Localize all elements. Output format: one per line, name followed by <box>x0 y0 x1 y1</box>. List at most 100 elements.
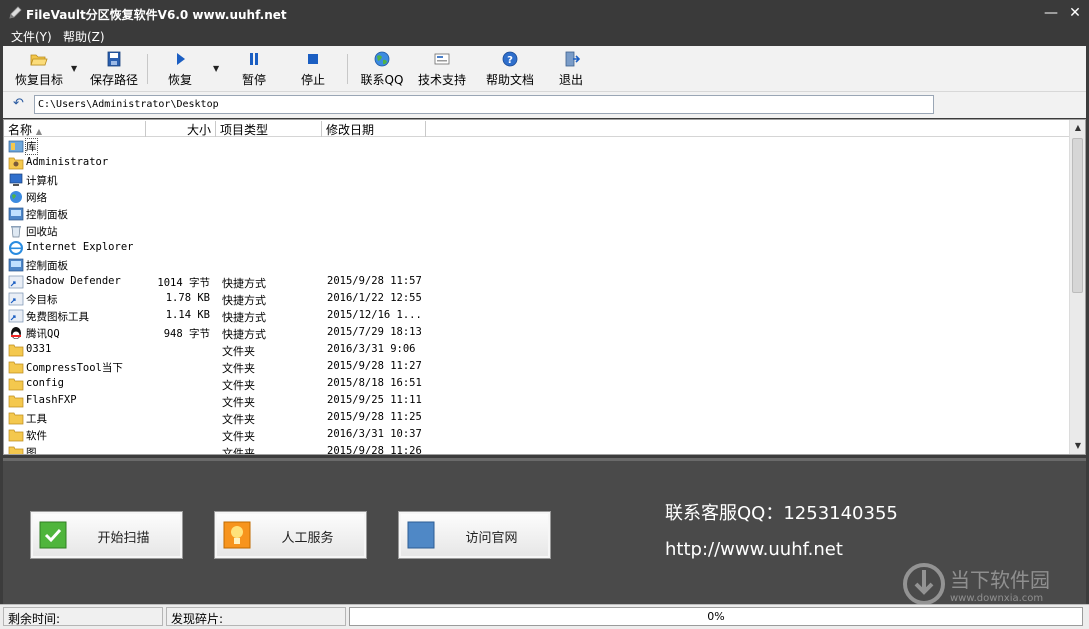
tech-support-button[interactable]: 技术支持 <box>415 48 469 90</box>
file-name: Internet Explorer <box>26 241 134 253</box>
file-name: 腾讯QQ <box>26 328 60 340</box>
file-row[interactable]: 0331 文件夹 2016/3/31 9:06 <box>4 342 1070 359</box>
file-modified: 2015/9/28 11:26 <box>327 445 422 455</box>
file-row[interactable]: 计算机 <box>4 172 1070 189</box>
file-name: 图 <box>26 447 37 455</box>
pause-label: 暂停 <box>241 73 266 87</box>
file-modified: 2015/9/28 11:27 <box>327 360 422 372</box>
stop-button[interactable]: 停止 <box>291 48 335 90</box>
file-row[interactable]: 控制面板 <box>4 257 1070 274</box>
file-modified: 2015/7/29 18:13 <box>327 326 422 338</box>
file-modified: 2016/1/22 12:55 <box>327 292 422 304</box>
file-row[interactable]: 控制面板 <box>4 206 1070 223</box>
file-row[interactable]: 软件 文件夹 2016/3/31 10:37 <box>4 427 1070 444</box>
folder-icon <box>8 360 24 374</box>
restore-target-dropdown-icon[interactable]: ▼ <box>71 64 79 73</box>
start-scan-button[interactable]: 开始扫描 <box>30 511 183 559</box>
minimize-button[interactable]: — <box>1040 3 1062 23</box>
file-row[interactable]: 免费图标工具 1.14 KB 快捷方式 2015/12/16 1... <box>4 308 1070 325</box>
file-row[interactable]: Shadow Defender 1014 字节 快捷方式 2015/9/28 11:5… <box>4 274 1070 291</box>
column-header: 名称 ▲ 大小 项目类型 修改日期 <box>4 120 1070 137</box>
back-arrow-icon[interactable]: ↶ <box>13 96 24 111</box>
recycle-bin-icon <box>8 224 24 238</box>
contact-qq-text: 联系客服QQ：1253140355 <box>665 503 898 524</box>
watermark: 当下软件园 www.downxia.com <box>902 560 1077 610</box>
file-name: 今目标 <box>26 294 58 306</box>
file-name: 免费图标工具 <box>26 311 89 323</box>
file-name: 库 <box>25 138 38 155</box>
status-bar: 剩余时间: 发现碎片: 0% <box>0 604 1089 629</box>
menu-file[interactable]: 文件(Y) <box>11 28 52 45</box>
shortcut-icon <box>8 275 24 289</box>
toolbar-separator <box>347 54 348 84</box>
lightbulb-icon <box>223 521 251 549</box>
check-icon <box>39 521 67 549</box>
file-modified: 2016/3/31 9:06 <box>327 343 416 355</box>
file-name: FlashFXP <box>26 394 77 406</box>
file-type: 文件夹 <box>222 430 255 443</box>
file-row[interactable]: 今目标 1.78 KB 快捷方式 2016/1/22 12:55 <box>4 291 1070 308</box>
save-path-button[interactable]: 保存路径 <box>85 48 143 90</box>
scroll-up-icon[interactable]: ▲ <box>1070 120 1085 136</box>
file-modified: 2015/12/16 1... <box>327 309 422 321</box>
contact-qq-button[interactable]: 联系QQ <box>357 48 407 90</box>
file-name: 控制面板 <box>26 260 68 272</box>
column-modified[interactable]: 修改日期 <box>322 121 426 137</box>
manual-service-button[interactable]: 人工服务 <box>214 511 367 559</box>
contact-url-text: http://www.uuhf.net <box>665 539 843 560</box>
progress-text: 0% <box>707 610 725 623</box>
menu-help[interactable]: 帮助(Z) <box>63 28 105 45</box>
save-path-label: 保存路径 <box>89 73 138 87</box>
file-row[interactable]: 网络 <box>4 189 1070 206</box>
tech-support-label: 技术支持 <box>417 73 466 87</box>
file-row[interactable]: 库 <box>4 138 1070 155</box>
contact-qq-label: 联系QQ <box>360 73 404 87</box>
restore-dropdown-icon[interactable]: ▼ <box>213 64 221 73</box>
column-type[interactable]: 项目类型 <box>216 121 322 137</box>
app-window: FileVault分区恢复软件V6.0 www.uuhf.net — ✕ 文件(… <box>0 0 1089 629</box>
file-row[interactable]: Administrator <box>4 155 1070 172</box>
file-row[interactable]: CompressTool当下 文件夹 2015/9/28 11:27 <box>4 359 1070 376</box>
qq-icon <box>8 326 24 340</box>
close-button[interactable]: ✕ <box>1064 3 1086 23</box>
support-card-icon <box>434 53 450 65</box>
exit-button[interactable]: 退出 <box>551 48 591 90</box>
folder-open-icon <box>30 54 48 66</box>
scan-progress-bar: 0% <box>349 607 1083 626</box>
file-name: 工具 <box>26 413 47 425</box>
file-row[interactable]: config 文件夹 2015/8/18 16:51 <box>4 376 1070 393</box>
column-size[interactable]: 大小 <box>146 121 216 137</box>
file-type: 快捷方式 <box>222 311 266 324</box>
file-row[interactable]: FlashFXP 文件夹 2015/9/25 11:11 <box>4 393 1070 410</box>
file-row[interactable]: Internet Explorer <box>4 240 1070 257</box>
vertical-scrollbar[interactable]: ▲ ▼ <box>1069 120 1085 454</box>
file-type: 快捷方式 <box>222 328 266 341</box>
file-list: 名称 ▲ 大小 项目类型 修改日期 库 Administrator 计算机 网络 控制面… <box>3 119 1086 455</box>
website-icon <box>407 521 435 549</box>
file-modified: 2015/9/25 11:11 <box>327 394 422 406</box>
start-scan-label: 开始扫描 <box>97 531 150 546</box>
pause-button[interactable]: 暂停 <box>231 48 277 90</box>
file-modified: 2015/9/28 11:57 <box>327 275 422 287</box>
file-rows: 库 Administrator 计算机 网络 控制面板 回收站 Internet Explo… <box>4 138 1070 455</box>
restore-label: 恢复 <box>167 73 192 87</box>
visit-site-button[interactable]: 访问官网 <box>398 511 551 559</box>
floppy-disk-icon <box>107 51 121 67</box>
file-row[interactable]: 回收站 <box>4 223 1070 240</box>
folder-icon <box>8 394 24 408</box>
file-name: 回收站 <box>26 226 58 238</box>
restore-target-button[interactable]: 恢复目标 <box>9 48 69 90</box>
column-name-label: 名称 <box>8 123 33 137</box>
file-row[interactable]: 图 文件夹 2015/9/28 11:26 <box>4 444 1070 455</box>
file-name: 计算机 <box>26 175 58 187</box>
restore-button[interactable]: 恢复 <box>155 48 205 90</box>
path-input[interactable] <box>34 95 934 114</box>
scroll-down-icon[interactable]: ▼ <box>1070 438 1085 454</box>
fragments-label: 发现碎片: <box>166 607 346 626</box>
file-row[interactable]: 工具 文件夹 2015/9/28 11:25 <box>4 410 1070 427</box>
scroll-thumb[interactable] <box>1072 138 1083 293</box>
column-name[interactable]: 名称 ▲ <box>4 121 146 137</box>
help-docs-button[interactable]: ? 帮助文档 <box>483 48 537 90</box>
file-row[interactable]: 腾讯QQ 948 字节 快捷方式 2015/7/29 18:13 <box>4 325 1070 342</box>
toolbar: 恢复目标 ▼ 保存路径 恢复 ▼ 暂停 停止 联系QQ 技术支持 ? 帮助文档 … <box>3 46 1086 92</box>
